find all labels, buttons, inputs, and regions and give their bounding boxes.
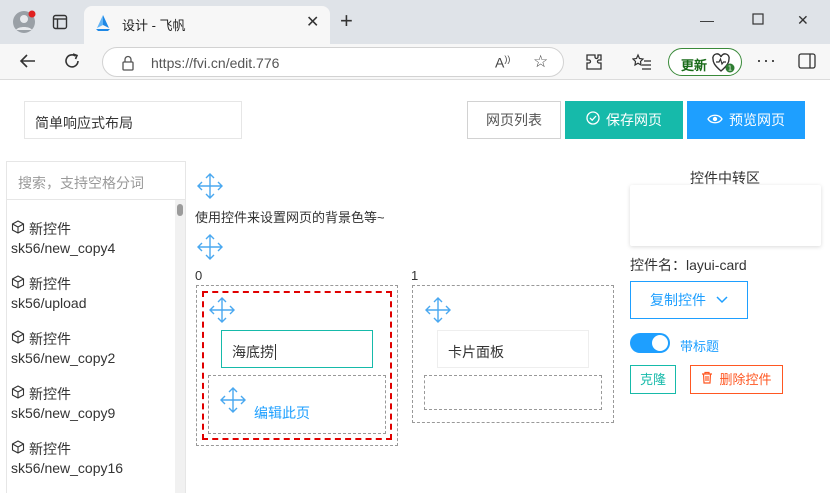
- widget-name: 新控件: [29, 331, 71, 347]
- delete-control-label: 删除控件: [719, 372, 772, 387]
- widget-path: sk56/new_copy2: [11, 350, 116, 367]
- page-list-button[interactable]: 网页列表: [467, 101, 561, 139]
- move-handle-icon[interactable]: [195, 233, 225, 266]
- tab-actions-icon[interactable]: [52, 14, 68, 35]
- cube-icon: [11, 385, 25, 403]
- move-handle-icon[interactable]: [218, 386, 248, 419]
- widget-name: 新控件: [29, 386, 71, 402]
- copy-control-label: 复制控件: [650, 292, 707, 308]
- url-text: https://fvi.cn/edit.776: [151, 55, 280, 71]
- widget-name: 新控件: [29, 276, 71, 292]
- close-tab-icon[interactable]: ✕: [306, 12, 319, 32]
- minimize-icon[interactable]: —: [700, 12, 714, 28]
- update-button[interactable]: 更新 1: [668, 48, 742, 76]
- favorite-star-icon[interactable]: ☆: [533, 52, 548, 72]
- tab-title: 设计 - 飞帆: [122, 18, 186, 33]
- sidebar-toggle-icon[interactable]: [798, 53, 816, 74]
- refresh-icon[interactable]: [62, 51, 82, 76]
- svg-text:1: 1: [728, 65, 732, 73]
- browser-tab-active[interactable]: 设计 - 飞帆 ✕: [84, 6, 330, 44]
- save-page-button[interactable]: 保存网页: [565, 101, 683, 139]
- preview-page-button[interactable]: 预览网页: [687, 101, 805, 139]
- heart-health-icon: 1: [711, 52, 735, 79]
- transfer-area-dropzone[interactable]: [630, 185, 821, 246]
- text-cursor: [275, 344, 276, 360]
- clone-button[interactable]: 克隆: [630, 365, 676, 394]
- favorites-list-icon[interactable]: [631, 53, 652, 76]
- widget-name: 新控件: [29, 441, 71, 457]
- edit-page-link[interactable]: 编辑此页: [254, 403, 310, 423]
- move-handle-icon[interactable]: [207, 296, 237, 329]
- widget-list-item[interactable]: 新控件 sk56/new_copy16: [11, 440, 171, 477]
- address-bar: https://fvi.cn/edit.776 A)) ☆ 更新 1 ···: [0, 44, 830, 80]
- control-name-label: 控件名：layui-card: [630, 257, 747, 273]
- trash-icon: [701, 366, 713, 393]
- browser-tab-bar: 设计 - 飞帆 ✕ + — ✕: [0, 0, 830, 44]
- sidebar-scroll-thumb[interactable]: [177, 204, 183, 216]
- search-input[interactable]: 搜索，支持空格分词: [7, 162, 185, 200]
- widget-list-item[interactable]: 新控件 sk56/new_copy9: [11, 385, 171, 422]
- widget-path: sk56/new_copy4: [11, 240, 116, 257]
- chevron-down-icon: [716, 281, 728, 317]
- column-index-0: 0: [195, 268, 203, 283]
- back-icon[interactable]: [18, 51, 38, 76]
- read-aloud-icon[interactable]: A)): [495, 54, 510, 71]
- more-options-icon[interactable]: ···: [756, 50, 777, 71]
- new-tab-icon[interactable]: +: [340, 10, 353, 32]
- widget-path: sk56/new_copy9: [11, 405, 116, 422]
- url-field[interactable]: https://fvi.cn/edit.776 A)) ☆: [102, 47, 564, 77]
- lock-icon[interactable]: [121, 55, 135, 76]
- feifan-logo-icon: [94, 14, 112, 37]
- widget-list-item[interactable]: 新控件 sk56/new_copy2: [11, 330, 171, 367]
- copy-control-button[interactable]: 复制控件: [630, 281, 748, 319]
- widget-path: sk56/upload: [11, 295, 87, 312]
- sidebar-scrollbar[interactable]: [175, 200, 185, 493]
- eye-icon: [707, 101, 723, 139]
- widget-sidebar: 搜索，支持空格分词 新控件 sk56/new_copy4 新控件 sk56/up…: [6, 161, 186, 493]
- move-handle-icon[interactable]: [423, 296, 453, 329]
- cube-icon: [11, 440, 25, 458]
- move-handle-icon[interactable]: [195, 172, 225, 205]
- widget-name: 新控件: [29, 221, 71, 237]
- toggle-knob: [652, 335, 668, 351]
- editor-page: 简单响应式布局 网页列表 保存网页 预览网页 搜索，支持空格分词 新控件 sk5…: [0, 81, 830, 493]
- preview-page-label: 预览网页: [729, 112, 785, 128]
- widget-list-item[interactable]: 新控件 sk56/new_copy4: [11, 220, 171, 257]
- card-body-slot[interactable]: [424, 375, 602, 410]
- background-hint-text: 使用控件来设置网页的背景色等~: [195, 210, 385, 225]
- delete-control-button[interactable]: 删除控件: [690, 365, 783, 394]
- card-panel-title[interactable]: 卡片面板: [437, 330, 589, 368]
- widget-path: sk56/new_copy16: [11, 460, 124, 477]
- title-toggle-label: 带标题: [680, 339, 720, 354]
- page-name-input[interactable]: 简单响应式布局: [24, 101, 242, 139]
- card-title-input[interactable]: 海底捞: [221, 330, 373, 368]
- cube-icon: [11, 275, 25, 293]
- title-toggle-switch[interactable]: [630, 333, 670, 353]
- column-index-1: 1: [411, 268, 419, 283]
- extensions-icon[interactable]: [585, 53, 603, 76]
- check-circle-icon: [586, 101, 600, 139]
- card-title-value: 海底捞: [232, 344, 274, 360]
- save-page-label: 保存网页: [606, 112, 662, 128]
- cube-icon: [11, 330, 25, 348]
- update-label: 更新: [681, 58, 708, 73]
- widget-list-item[interactable]: 新控件 sk56/upload: [11, 275, 171, 312]
- maximize-icon[interactable]: [752, 12, 764, 28]
- profile-avatar-icon[interactable]: [12, 10, 36, 39]
- close-window-icon[interactable]: ✕: [797, 12, 809, 29]
- cube-icon: [11, 220, 25, 238]
